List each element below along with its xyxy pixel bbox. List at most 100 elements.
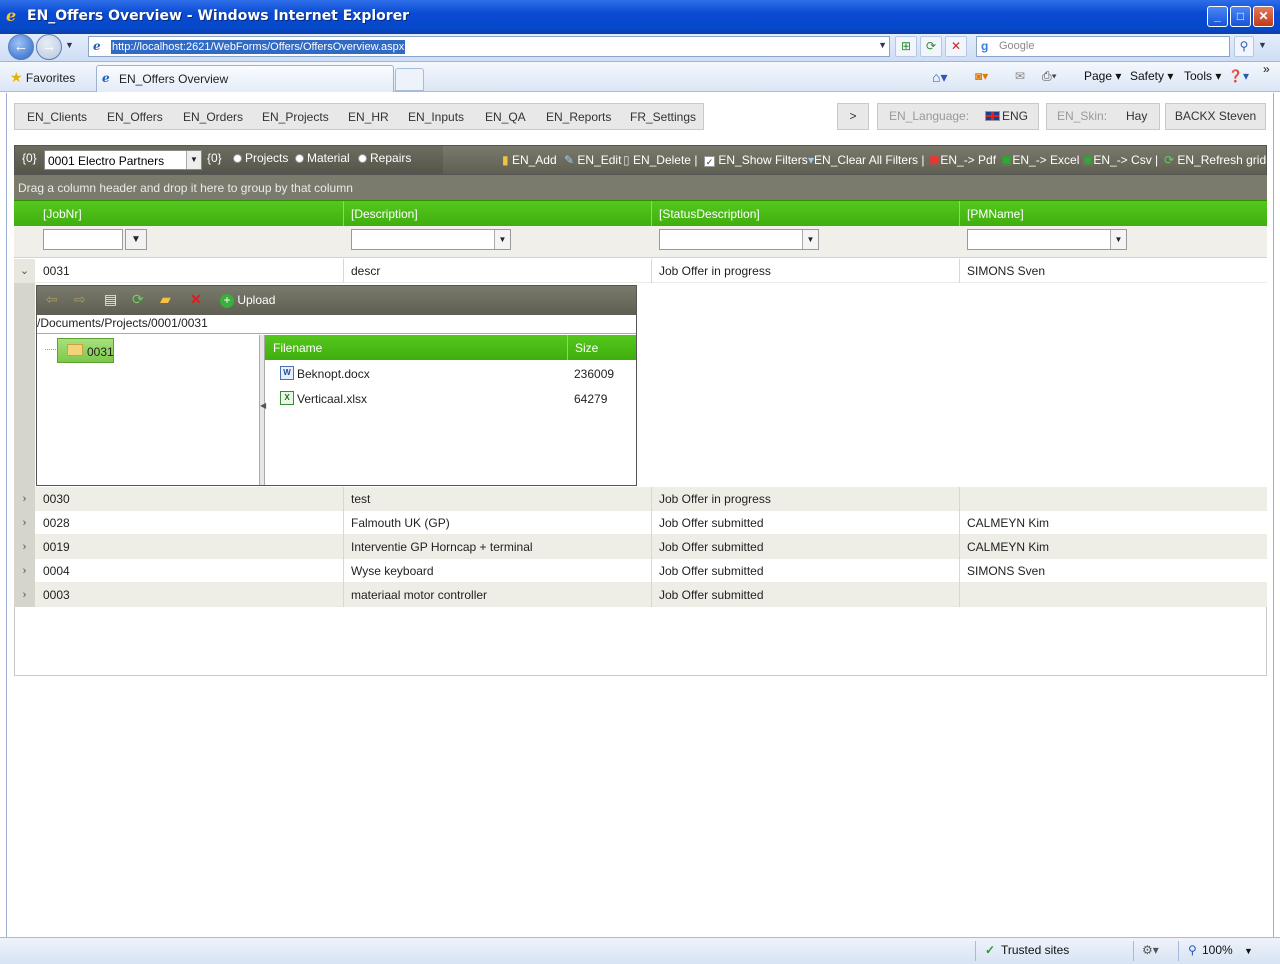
- zoom-dropdown-icon[interactable]: ▼: [1244, 946, 1253, 956]
- file-row-name[interactable]: Beknopt.docx: [297, 367, 370, 381]
- back-arrow-icon[interactable]: ⇦: [46, 291, 58, 308]
- address-bar[interactable]: e http://localhost:2621/WebForms/Offers/…: [88, 36, 890, 57]
- column-header-jobnr[interactable]: [JobNr]: [43, 207, 82, 221]
- recent-pages-dropdown-icon[interactable]: ▼: [65, 40, 74, 50]
- column-header-filename[interactable]: Filename: [273, 341, 322, 355]
- menu-inputs[interactable]: EN_Inputs: [408, 110, 464, 124]
- address-dropdown-icon[interactable]: ▼: [878, 40, 887, 50]
- table-row[interactable]: › 0003 materiaal motor controller Job Of…: [14, 583, 1267, 607]
- print-icon[interactable]: ⎙▾: [1042, 69, 1057, 84]
- new-tab-button[interactable]: [395, 68, 424, 91]
- protected-mode-icon[interactable]: ⚙▾: [1142, 943, 1159, 957]
- user-button[interactable]: BACKX Steven: [1165, 103, 1266, 130]
- chevron-down-icon[interactable]: ▼: [494, 230, 510, 249]
- add-button[interactable]: ▮ EN_Add: [502, 153, 557, 167]
- help-icon[interactable]: ❓▾: [1228, 69, 1249, 83]
- refresh-grid-button[interactable]: ⟳ EN_Refresh grid: [1164, 153, 1266, 167]
- refresh-icon[interactable]: ⟳: [132, 291, 144, 308]
- compatibility-view-icon[interactable]: ⊞: [895, 36, 917, 57]
- export-csv-button[interactable]: ▣EN_-> Csv |: [1082, 153, 1158, 167]
- column-header-status[interactable]: [StatusDescription]: [659, 207, 760, 221]
- clear-filters-button[interactable]: ▾EN_Clear All Filters |: [808, 153, 925, 167]
- close-button[interactable]: ✕: [1253, 6, 1274, 27]
- forward-arrow-icon[interactable]: ⇨: [74, 291, 86, 308]
- client-select[interactable]: 0001 Electro Partners ▼: [44, 150, 202, 170]
- filter-icon[interactable]: ▼: [125, 229, 147, 250]
- new-folder-icon[interactable]: ▰: [160, 291, 171, 308]
- tab-offers-overview[interactable]: e EN_Offers Overview: [96, 65, 394, 92]
- maximize-button[interactable]: □: [1230, 6, 1251, 27]
- tools-menu[interactable]: Tools ▾: [1184, 69, 1221, 83]
- mail-icon[interactable]: ✉: [1015, 69, 1025, 83]
- chevron-down-icon[interactable]: ▼: [1110, 230, 1126, 249]
- column-header-size[interactable]: Size: [575, 341, 598, 355]
- table-row[interactable]: › 0004 Wyse keyboard Job Offer submitted…: [14, 559, 1267, 583]
- filter-description-select[interactable]: ▼: [351, 229, 511, 250]
- window-title: EN_Offers Overview - Windows Internet Ex…: [27, 8, 410, 24]
- radio-projects[interactable]: Projects: [233, 151, 288, 165]
- edit-button[interactable]: ✎ EN_Edit: [564, 153, 621, 167]
- refresh-icon[interactable]: ⟳: [920, 36, 942, 57]
- group-panel[interactable]: Drag a column header and drop it here to…: [14, 175, 1267, 201]
- chevron-more-icon[interactable]: »: [1263, 62, 1270, 76]
- expand-row-icon[interactable]: ›: [14, 583, 35, 607]
- search-options-icon[interactable]: ▼: [1258, 40, 1267, 50]
- chevron-down-icon[interactable]: ▼: [802, 230, 818, 249]
- expand-row-icon[interactable]: ›: [14, 487, 35, 511]
- menu-qa[interactable]: EN_QA: [485, 110, 526, 124]
- excel-file-icon: X: [280, 391, 294, 405]
- page-menu[interactable]: Page ▾: [1084, 69, 1121, 83]
- delete-icon[interactable]: ✕: [190, 291, 202, 308]
- forward-button[interactable]: →: [36, 34, 62, 60]
- back-button[interactable]: ←: [8, 34, 34, 60]
- delete-button[interactable]: ▯ EN_Delete |: [623, 153, 697, 167]
- table-row[interactable]: ⌄ 0031 descr Job Offer in progress SIMON…: [14, 259, 1267, 283]
- table-row[interactable]: › 0030 test Job Offer in progress: [14, 487, 1267, 511]
- menu-orders[interactable]: EN_Orders: [183, 110, 243, 124]
- menu-settings[interactable]: FR_Settings: [630, 110, 696, 124]
- menu-projects[interactable]: EN_Projects: [262, 110, 329, 124]
- menu-hr[interactable]: EN_HR: [348, 110, 389, 124]
- cell-pmname: CALMEYN Kim: [967, 516, 1050, 530]
- menu-offers[interactable]: EN_Offers: [107, 110, 163, 124]
- address-url[interactable]: http://localhost:2621/WebForms/Offers/Of…: [111, 40, 406, 54]
- file-row-name[interactable]: Verticaal.xlsx: [297, 392, 367, 406]
- zoom-level[interactable]: 100%: [1202, 943, 1233, 957]
- chevron-down-icon[interactable]: ▼: [186, 151, 201, 169]
- menu-more-button[interactable]: >: [837, 103, 869, 130]
- minimize-button[interactable]: _: [1207, 6, 1228, 27]
- search-input[interactable]: g Google: [976, 36, 1230, 57]
- feeds-icon[interactable]: ◙▾: [975, 69, 988, 83]
- home-icon[interactable]: ⌂▾: [932, 69, 947, 86]
- table-row[interactable]: › 0019 Interventie GP Horncap + terminal…: [14, 535, 1267, 559]
- collapse-pane-icon[interactable]: ◀: [260, 401, 266, 410]
- refresh-grid-icon: ⟳: [1164, 153, 1175, 167]
- filter-jobnr-input[interactable]: [43, 229, 123, 250]
- menu-clients[interactable]: EN_Clients: [27, 110, 87, 124]
- security-zone[interactable]: Trusted sites: [1001, 943, 1069, 957]
- tree-folder-item[interactable]: 0031: [57, 338, 114, 363]
- filter-status-select[interactable]: ▼: [659, 229, 819, 250]
- search-icon[interactable]: ⚲: [1234, 36, 1254, 57]
- radio-repairs[interactable]: Repairs: [358, 151, 411, 165]
- expand-row-icon[interactable]: ›: [14, 511, 35, 535]
- menu-reports[interactable]: EN_Reports: [546, 110, 611, 124]
- expand-row-icon[interactable]: ›: [14, 559, 35, 583]
- expand-row-icon[interactable]: ›: [14, 535, 35, 559]
- stop-icon[interactable]: ✕: [945, 36, 967, 57]
- favorites-button[interactable]: ★ Favorites: [10, 69, 75, 86]
- open-file-icon[interactable]: ▤: [104, 291, 117, 308]
- collapse-row-icon[interactable]: ⌄: [14, 259, 35, 283]
- export-excel-button[interactable]: ▣EN_-> Excel: [1001, 153, 1079, 167]
- column-header-pmname[interactable]: [PMName]: [967, 207, 1024, 221]
- filter-pmname-select[interactable]: ▼: [967, 229, 1127, 250]
- table-row[interactable]: › 0028 Falmouth UK (GP) Job Offer submit…: [14, 511, 1267, 535]
- show-filters-toggle[interactable]: ✓ EN_Show Filters: [704, 153, 808, 167]
- export-pdf-button[interactable]: ▣EN_-> Pdf: [929, 153, 996, 167]
- skin-selector[interactable]: EN_Skin: Hay: [1046, 103, 1160, 130]
- radio-material[interactable]: Material: [295, 151, 350, 165]
- language-selector[interactable]: EN_Language: ENG: [877, 103, 1039, 130]
- column-header-description[interactable]: [Description]: [351, 207, 418, 221]
- upload-button[interactable]: + Upload: [220, 293, 275, 308]
- safety-menu[interactable]: Safety ▾: [1130, 69, 1173, 83]
